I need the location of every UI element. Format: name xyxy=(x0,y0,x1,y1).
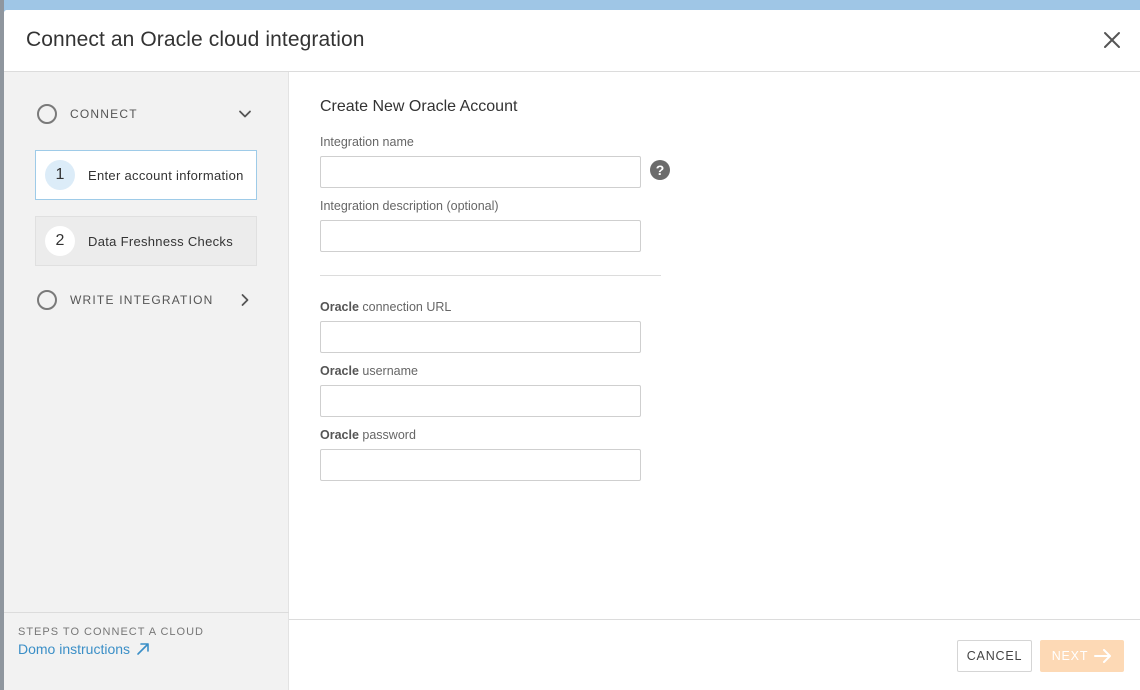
link-label: Domo instructions xyxy=(18,641,131,657)
step-number-badge: 2 xyxy=(45,226,75,256)
steps-sidebar: CONNECT 1 Enter account information 2 Da… xyxy=(4,72,289,690)
integration-name-label: Integration name xyxy=(320,135,414,149)
step-label: Data Freshness Checks xyxy=(88,233,234,249)
form-divider xyxy=(320,275,661,276)
instructions-caption: STEPS TO CONNECT A CLOUD xyxy=(18,626,204,638)
step-label: Enter account information xyxy=(88,167,244,183)
section-connect[interactable]: CONNECT xyxy=(37,102,252,126)
close-button[interactable] xyxy=(1100,28,1124,52)
modal-header: Connect an Oracle cloud integration xyxy=(4,10,1140,72)
form-title: Create New Oracle Account xyxy=(320,98,518,115)
username-label: Oracle username xyxy=(320,364,418,378)
question-circle-icon[interactable]: ? xyxy=(650,160,670,180)
form-panel: Create New Oracle Account Integration na… xyxy=(289,72,1140,619)
label-rest-part: password xyxy=(358,428,416,442)
sidebar-footer: STEPS TO CONNECT A CLOUD Domo instructio… xyxy=(4,612,289,690)
close-icon xyxy=(1104,32,1120,48)
label-bold-part: Oracle xyxy=(320,364,359,378)
modal-footer: CANCEL NEXT xyxy=(289,619,1140,690)
section-label: CONNECT xyxy=(70,107,138,121)
password-label: Oracle password xyxy=(320,428,416,442)
chevron-down-icon xyxy=(239,110,251,118)
integration-description-label: Integration description (optional) xyxy=(320,199,499,213)
integration-modal: Connect an Oracle cloud integration CONN… xyxy=(4,10,1140,690)
connection-url-input[interactable] xyxy=(320,321,641,353)
arrow-right-icon xyxy=(1094,649,1112,663)
step-status-circle-icon xyxy=(37,104,57,124)
label-rest-part: username xyxy=(358,364,418,378)
section-write-integration[interactable]: WRITE INTEGRATION xyxy=(37,288,252,312)
label-bold-part: Oracle xyxy=(320,300,359,314)
label-rest-part: connection URL xyxy=(358,300,452,314)
chevron-right-icon xyxy=(241,294,249,306)
step-data-freshness-checks[interactable]: 2 Data Freshness Checks xyxy=(35,216,257,266)
step-number-badge: 1 xyxy=(45,160,75,190)
domo-instructions-link[interactable]: Domo instructions xyxy=(18,641,150,657)
step-enter-account-information[interactable]: 1 Enter account information xyxy=(35,150,257,200)
section-label: WRITE INTEGRATION xyxy=(70,293,214,307)
next-button[interactable]: NEXT xyxy=(1040,640,1124,672)
arrow-up-right-icon xyxy=(137,643,149,655)
password-input[interactable] xyxy=(320,449,641,481)
modal-title: Connect an Oracle cloud integration xyxy=(26,28,365,51)
integration-name-input[interactable] xyxy=(320,156,641,188)
step-status-circle-icon xyxy=(37,290,57,310)
next-button-label: NEXT xyxy=(1051,649,1089,663)
integration-description-input[interactable] xyxy=(320,220,641,252)
cancel-button[interactable]: CANCEL xyxy=(957,640,1032,672)
connection-url-label: Oracle connection URL xyxy=(320,300,451,314)
username-input[interactable] xyxy=(320,385,641,417)
label-bold-part: Oracle xyxy=(320,428,359,442)
